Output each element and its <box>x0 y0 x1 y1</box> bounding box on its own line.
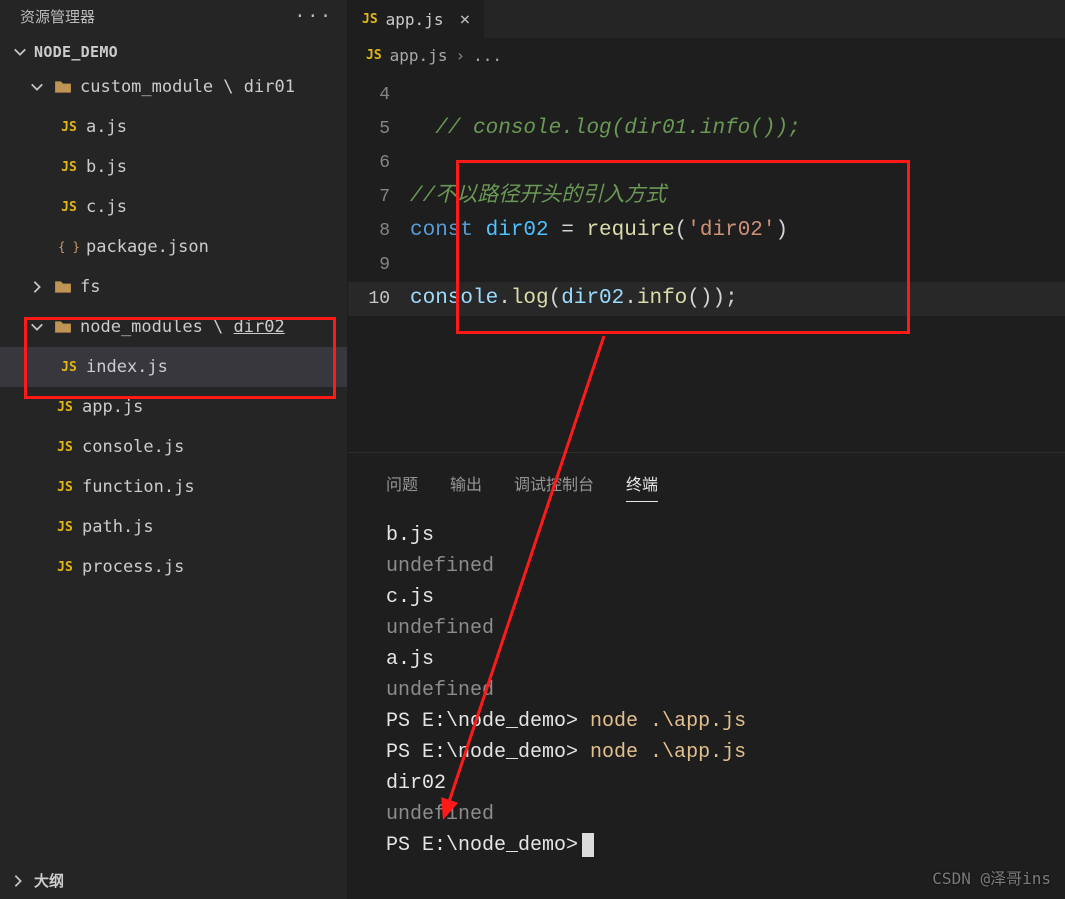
tree-file-app-js[interactable]: JS app.js <box>0 387 347 427</box>
tree-item-label: node_modules \ dir02 <box>80 317 285 337</box>
bottom-panel: 问题 输出 调试控制台 终端 b.js undefined c.js undef… <box>348 452 1065 899</box>
tree-file-path-js[interactable]: JS path.js <box>0 507 347 547</box>
chevron-down-icon <box>28 80 46 94</box>
tree-item-label: console.js <box>82 437 184 457</box>
tab-label: app.js <box>386 10 444 29</box>
line-number: 7 <box>348 180 410 214</box>
tree-file-c-js[interactable]: JS c.js <box>0 187 347 227</box>
tree-file-function-js[interactable]: JS function.js <box>0 467 347 507</box>
tree-file-process-js[interactable]: JS process.js <box>0 547 347 587</box>
tree-folder-custom-module[interactable]: custom_module \ dir01 <box>0 67 347 107</box>
tree-item-label: b.js <box>86 157 127 177</box>
tab-app-js[interactable]: JS app.js × <box>348 0 485 38</box>
tree-folder-fs[interactable]: fs <box>0 267 347 307</box>
terminal-line: undefined <box>386 799 1041 830</box>
explorer-sidebar: 资源管理器 ··· NODE_DEMO custom_module \ dir0… <box>0 0 348 899</box>
tree-item-label: fs <box>80 277 100 297</box>
terminal-line: PS E:\node_demo> node .\app.js <box>386 706 1041 737</box>
panel-tab-output[interactable]: 输出 <box>450 471 482 502</box>
chevron-right-icon <box>28 280 46 294</box>
js-icon: JS <box>54 480 76 495</box>
tree-item-label: function.js <box>82 477 195 497</box>
folder-icon <box>52 278 74 296</box>
tree-item-label: index.js <box>86 357 168 377</box>
tree-file-console-js[interactable]: JS console.js <box>0 427 347 467</box>
terminal-line: undefined <box>386 551 1041 582</box>
tree-item-label: custom_module \ dir01 <box>80 77 295 97</box>
panel-tab-debug[interactable]: 调试控制台 <box>514 471 594 502</box>
tree-item-label: path.js <box>82 517 154 537</box>
terminal-line: PS E:\node_demo> <box>386 830 1041 861</box>
folder-icon <box>52 318 74 336</box>
line-number: 5 <box>348 112 410 146</box>
line-number: 10 <box>348 282 410 316</box>
editor-tabs: JS app.js × <box>348 0 1065 38</box>
tree-folder-node-modules-dir02[interactable]: node_modules \ dir02 <box>0 307 347 347</box>
terminal-line: a.js <box>386 644 1041 675</box>
explorer-title: 资源管理器 <box>20 6 95 27</box>
panel-tabs: 问题 输出 调试控制台 终端 <box>348 453 1065 510</box>
panel-tab-problems[interactable]: 问题 <box>386 471 418 502</box>
js-icon: JS <box>54 560 76 575</box>
code-editor[interactable]: 4 5 // console.log(dir01.info()); 6 7//不… <box>348 72 1065 452</box>
js-icon: JS <box>54 440 76 455</box>
outline-header[interactable]: 大纲 <box>0 862 347 899</box>
js-icon: JS <box>58 160 80 175</box>
js-icon: JS <box>366 48 382 63</box>
chevron-down-icon <box>12 45 28 59</box>
close-icon[interactable]: × <box>459 9 470 30</box>
editor-area: JS app.js × JS app.js › ... 4 5 // conso… <box>348 0 1065 899</box>
breadcrumb-more: ... <box>473 46 502 65</box>
explorer-header: 资源管理器 ··· <box>0 0 347 37</box>
js-icon: JS <box>58 360 80 375</box>
breadcrumb-file: app.js <box>390 46 448 65</box>
tree-item-label: c.js <box>86 197 127 217</box>
json-icon: { } <box>58 240 80 254</box>
tree-item-label: process.js <box>82 557 184 577</box>
tree-file-b-js[interactable]: JS b.js <box>0 147 347 187</box>
terminal[interactable]: b.js undefined c.js undefined a.js undef… <box>348 510 1065 899</box>
js-icon: JS <box>54 400 76 415</box>
line-number: 9 <box>348 248 410 282</box>
breadcrumb[interactable]: JS app.js › ... <box>348 38 1065 72</box>
workspace-folder-header[interactable]: NODE_DEMO <box>0 37 347 67</box>
outline-label: 大纲 <box>34 870 64 891</box>
tree-file-index-js[interactable]: JS index.js <box>0 347 347 387</box>
file-tree: custom_module \ dir01 JS a.js JS b.js JS… <box>0 67 347 862</box>
terminal-line: b.js <box>386 520 1041 551</box>
js-icon: JS <box>58 120 80 135</box>
terminal-line: PS E:\node_demo> node .\app.js <box>386 737 1041 768</box>
js-icon: JS <box>58 200 80 215</box>
terminal-line: undefined <box>386 613 1041 644</box>
workspace-folder-name: NODE_DEMO <box>34 43 118 61</box>
watermark: CSDN @泽哥ins <box>932 865 1051 889</box>
terminal-line: undefined <box>386 675 1041 706</box>
tree-item-label: package.json <box>86 237 209 257</box>
line-number: 6 <box>348 146 410 180</box>
terminal-line: dir02 <box>386 768 1041 799</box>
tree-file-package-json[interactable]: { } package.json <box>0 227 347 267</box>
more-icon[interactable]: ··· <box>294 6 333 27</box>
tree-item-label: a.js <box>86 117 127 137</box>
tree-item-label: app.js <box>82 397 143 417</box>
folder-icon <box>52 78 74 96</box>
cursor-icon <box>582 833 594 857</box>
chevron-right-icon <box>10 874 26 888</box>
chevron-right-icon: › <box>455 46 465 65</box>
line-number: 4 <box>348 78 410 112</box>
js-icon: JS <box>54 520 76 535</box>
terminal-line: c.js <box>386 582 1041 613</box>
line-number: 8 <box>348 214 410 248</box>
panel-tab-terminal[interactable]: 终端 <box>626 471 658 502</box>
js-icon: JS <box>362 12 378 27</box>
tree-file-a-js[interactable]: JS a.js <box>0 107 347 147</box>
chevron-down-icon <box>28 320 46 334</box>
